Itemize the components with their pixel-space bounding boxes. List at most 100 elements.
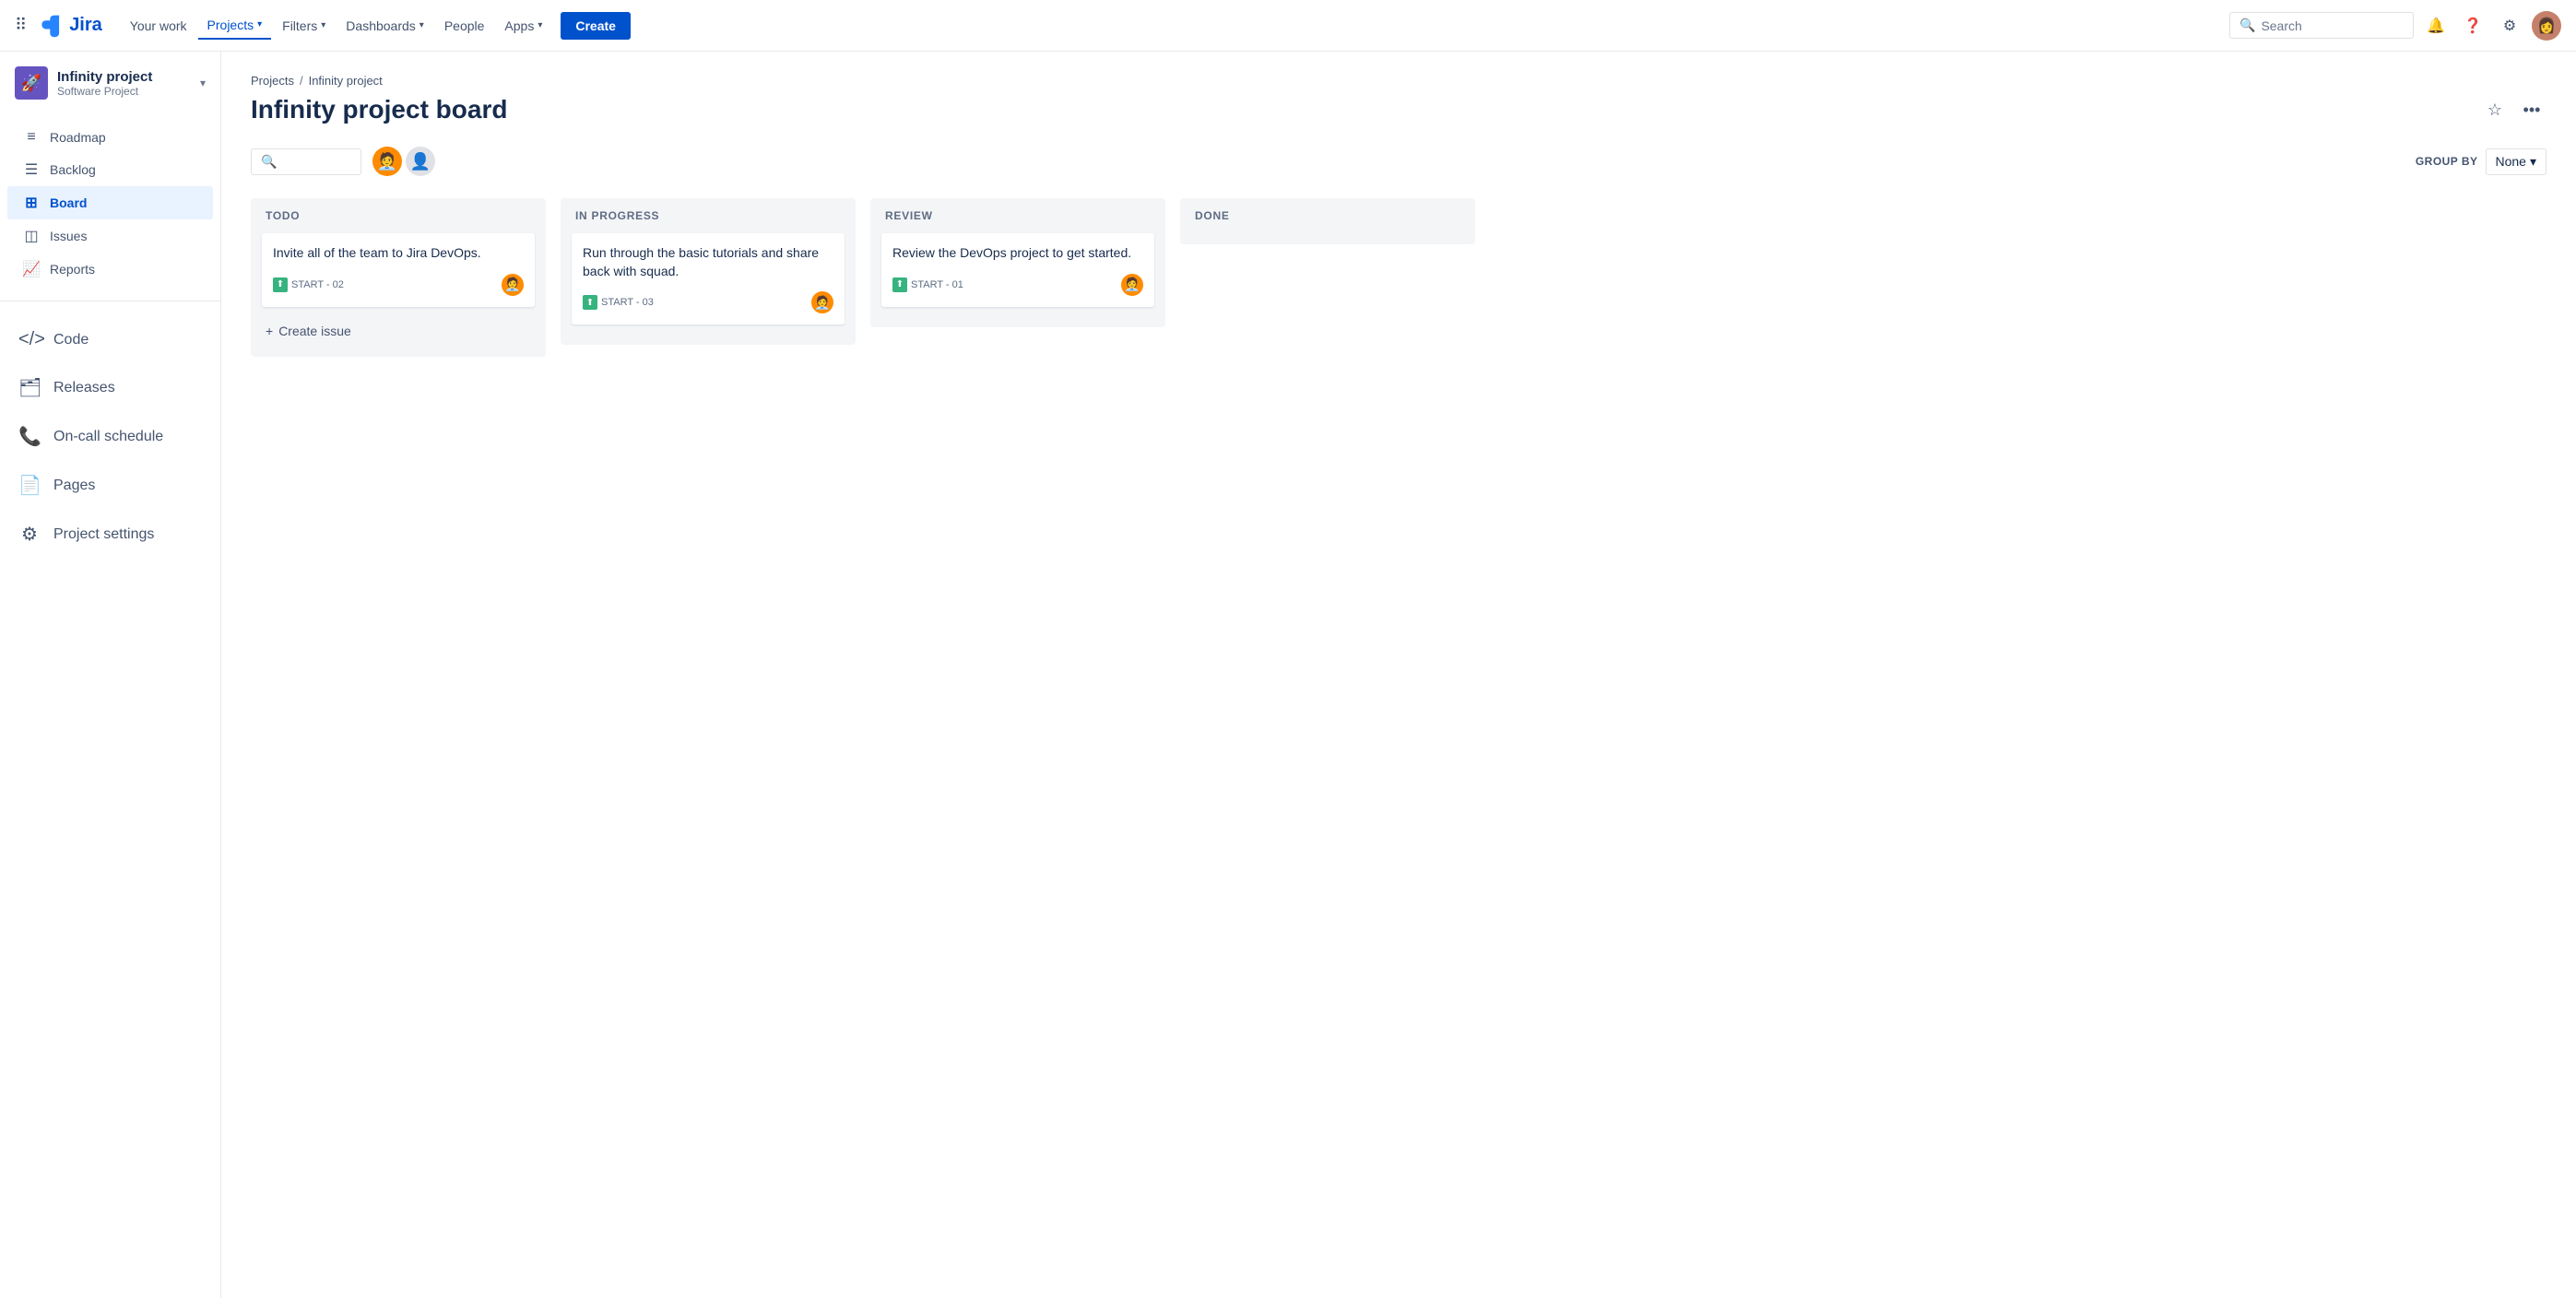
sidebar-item-label-reports: Reports <box>50 262 95 277</box>
issues-icon: ◫ <box>22 227 41 245</box>
board-search-icon: 🔍 <box>261 154 277 170</box>
card-id-start-03: START - 03 <box>601 297 654 308</box>
nav-filters[interactable]: Filters <box>273 13 335 39</box>
card-badge-start-02: ⬆ START - 02 <box>273 277 344 292</box>
sidebar-item-label-backlog: Backlog <box>50 162 96 177</box>
card-id-start-02: START - 02 <box>291 279 344 290</box>
sidebar-item-reports[interactable]: 📈 Reports <box>7 253 213 286</box>
board-icon: ⊞ <box>22 194 41 212</box>
card-title-start-01: Review the DevOps project to get started… <box>892 244 1143 263</box>
breadcrumb: Projects / Infinity project <box>251 74 2546 88</box>
card-start-01[interactable]: Review the DevOps project to get started… <box>881 233 1154 307</box>
releases-icon: 🗂 <box>18 376 41 399</box>
sidebar-big-label-settings: Project settings <box>53 526 154 543</box>
page-header: Infinity project board ☆ ••• <box>251 95 2546 124</box>
grid-icon[interactable]: ⠿ <box>15 16 27 35</box>
breadcrumb-projects[interactable]: Projects <box>251 74 294 88</box>
settings-button[interactable]: ⚙ <box>2495 11 2524 41</box>
search-box[interactable]: 🔍 Search <box>2229 12 2414 39</box>
avatar-user2[interactable]: 👤 <box>406 147 435 176</box>
sidebar: 🚀 Infinity project Software Project ▾ ≡ … <box>0 52 221 1298</box>
create-issue-todo-button[interactable]: + Create issue <box>262 316 535 346</box>
card-avatar-start-01[interactable]: 🧑‍💼 <box>1121 274 1143 296</box>
card-title-start-03: Run through the basic tutorials and shar… <box>583 244 833 280</box>
project-chevron-icon: ▾ <box>200 77 206 89</box>
create-issue-label: Create issue <box>278 324 351 338</box>
top-navigation: ⠿ Jira Your work Projects Filters Dashbo… <box>0 0 2576 52</box>
sidebar-item-backlog[interactable]: ☰ Backlog <box>7 153 213 186</box>
sidebar-item-project-settings[interactable]: ⚙ Project settings <box>0 510 220 559</box>
sidebar-item-roadmap[interactable]: ≡ Roadmap <box>7 122 213 153</box>
column-header-review: REVIEW <box>881 209 1154 222</box>
avatar-user1[interactable]: 🧑‍💼 <box>372 147 402 176</box>
logo[interactable]: Jira <box>38 13 102 39</box>
create-button[interactable]: Create <box>561 12 631 40</box>
sidebar-item-releases[interactable]: 🗂 Releases <box>0 363 220 412</box>
column-header-todo: TODO <box>262 209 535 222</box>
sidebar-item-label-issues: Issues <box>50 229 87 243</box>
sidebar-big-label-code: Code <box>53 332 89 348</box>
page-actions: ☆ ••• <box>2480 95 2546 124</box>
pages-icon: 📄 <box>18 474 41 497</box>
star-button[interactable]: ☆ <box>2480 95 2510 124</box>
card-avatar-start-02[interactable]: 🧑‍💼 <box>502 274 524 296</box>
column-todo: TODO Invite all of the team to Jira DevO… <box>251 198 546 357</box>
column-header-done: DONE <box>1191 209 1464 222</box>
nav-links: Your work Projects Filters Dashboards Pe… <box>121 12 2222 40</box>
nav-dashboards[interactable]: Dashboards <box>337 13 433 39</box>
column-done: DONE <box>1180 198 1475 244</box>
column-review: REVIEW Review the DevOps project to get … <box>870 198 1165 327</box>
help-button[interactable]: ❓ <box>2458 11 2487 41</box>
project-name: Infinity project <box>57 69 191 85</box>
sidebar-item-pages[interactable]: 📄 Pages <box>0 461 220 510</box>
sidebar-item-code[interactable]: </> Code <box>0 316 220 363</box>
group-by-select[interactable]: None ▾ <box>2486 148 2547 175</box>
group-by-label: GROUP BY <box>2416 155 2478 168</box>
more-options-button[interactable]: ••• <box>2517 95 2546 124</box>
card-badge-start-01: ⬆ START - 01 <box>892 277 963 292</box>
card-footer-start-02: ⬆ START - 02 🧑‍💼 <box>273 274 524 296</box>
board-toolbar: 🔍 🧑‍💼 👤 GROUP BY None ▾ <box>251 147 2546 176</box>
sidebar-item-board[interactable]: ⊞ Board <box>7 186 213 219</box>
settings-icon: ⚙ <box>18 523 41 546</box>
main-layout: 🚀 Infinity project Software Project ▾ ≡ … <box>0 52 2576 1298</box>
card-badge-start-03: ⬆ START - 03 <box>583 295 654 310</box>
avatar-group: 🧑‍💼 👤 <box>372 147 435 176</box>
notifications-button[interactable]: 🔔 <box>2421 11 2451 41</box>
card-start-03[interactable]: Run through the basic tutorials and shar… <box>572 233 845 324</box>
sidebar-big-section: </> Code 🗂 Releases 📞 On-call schedule 📄… <box>0 309 220 566</box>
card-id-start-01: START - 01 <box>911 279 963 290</box>
sidebar-big-label-pages: Pages <box>53 478 95 494</box>
card-footer-start-01: ⬆ START - 01 🧑‍💼 <box>892 274 1143 296</box>
sidebar-nav: ≡ Roadmap ☰ Backlog ⊞ Board ◫ Issues 📈 R… <box>0 114 220 293</box>
code-icon: </> <box>18 329 41 350</box>
card-avatar-start-03[interactable]: 🧑‍💼 <box>811 291 833 313</box>
sidebar-item-label-board: Board <box>50 195 87 210</box>
search-icon: 🔍 <box>2239 18 2255 33</box>
breadcrumb-infinity[interactable]: Infinity project <box>309 74 383 88</box>
kanban-board: TODO Invite all of the team to Jira DevO… <box>251 198 2546 567</box>
group-by-chevron-icon: ▾ <box>2530 154 2536 170</box>
project-info: Infinity project Software Project <box>57 69 191 98</box>
user-avatar[interactable]: 👩 <box>2532 11 2561 41</box>
topnav-right: 🔍 Search 🔔 ❓ ⚙ 👩 <box>2229 11 2561 41</box>
nav-projects[interactable]: Projects <box>198 12 272 40</box>
story-icon-start-02: ⬆ <box>273 277 288 292</box>
sidebar-big-label-oncall: On-call schedule <box>53 429 163 445</box>
sidebar-item-issues[interactable]: ◫ Issues <box>7 219 213 253</box>
column-header-inprogress: IN PROGRESS <box>572 209 845 222</box>
nav-people[interactable]: People <box>435 13 494 39</box>
board-search[interactable]: 🔍 <box>251 148 361 175</box>
sidebar-item-oncall[interactable]: 📞 On-call schedule <box>0 412 220 461</box>
story-icon-start-03: ⬆ <box>583 295 597 310</box>
backlog-icon: ☰ <box>22 160 41 179</box>
column-inprogress: IN PROGRESS Run through the basic tutori… <box>561 198 856 345</box>
oncall-icon: 📞 <box>18 425 41 448</box>
project-icon: 🚀 <box>15 66 48 100</box>
nav-your-work[interactable]: Your work <box>121 13 196 39</box>
nav-apps[interactable]: Apps <box>495 13 551 39</box>
project-switcher[interactable]: 🚀 Infinity project Software Project ▾ <box>0 52 220 114</box>
story-icon-start-01: ⬆ <box>892 277 907 292</box>
card-start-02[interactable]: Invite all of the team to Jira DevOps. ⬆… <box>262 233 535 307</box>
group-by-value: None <box>2496 154 2526 169</box>
